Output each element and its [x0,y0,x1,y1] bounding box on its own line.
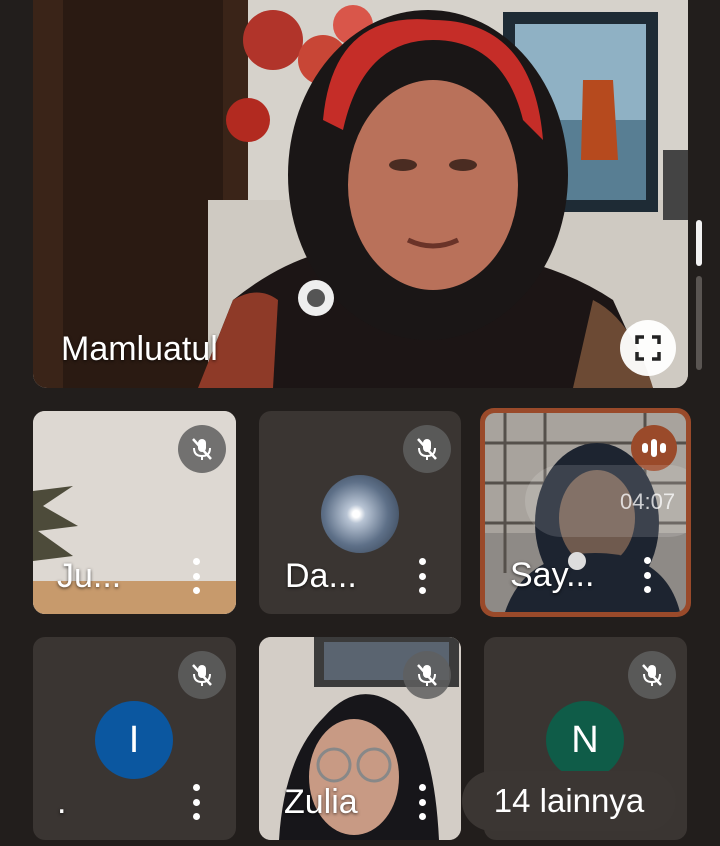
timestamp: 04:07 [620,489,676,514]
main-speaker-tile[interactable]: Mamluatul [33,0,688,388]
more-options-button[interactable] [190,784,202,820]
scrollbar[interactable] [696,220,702,370]
scrollbar-thumb[interactable] [696,220,702,266]
participant-tile-active[interactable]: 04:07 Say... [480,408,691,617]
more-vert-icon [418,784,426,791]
avatar: I [95,701,173,779]
fullscreen-icon [635,335,661,361]
participant-name: Zulia [284,783,358,821]
mic-off-icon [192,438,212,460]
participant-tile[interactable]: Da... [259,411,461,614]
mic-off-indicator [178,425,226,473]
fullscreen-button[interactable] [620,320,676,376]
more-options-button[interactable] [416,784,428,820]
more-options-button[interactable] [641,557,653,593]
participant-name: Ju... [57,557,122,595]
avatar: N [546,701,624,779]
mic-off-icon [642,664,662,686]
mic-off-indicator [178,651,226,699]
more-vert-icon [192,784,200,791]
timestamp-overlay: 04:07 [525,465,686,537]
participant-name: Da... [285,557,357,595]
more-vert-icon [192,558,200,565]
avatar [321,475,399,553]
more-vert-icon [643,557,651,564]
participant-tile[interactable]: I . [33,637,236,840]
mic-off-indicator [403,651,451,699]
mic-off-indicator [403,425,451,473]
more-vert-icon [418,558,426,565]
mic-off-icon [192,664,212,686]
more-participants-label: 14 lainnya [493,782,645,819]
main-speaker-name: Mamluatul [61,330,218,368]
mic-off-indicator [628,651,676,699]
participant-name: Say... [510,556,595,594]
mic-off-icon [417,438,437,460]
more-options-button[interactable] [416,558,428,594]
mic-off-icon [417,664,437,686]
more-participants-chip[interactable]: 14 lainnya [462,771,676,831]
participant-tile[interactable]: Ju... [33,411,236,614]
participant-tile[interactable]: Zulia [259,637,461,840]
participant-name: . [57,783,67,821]
more-options-button[interactable] [190,558,202,594]
audio-level-icon [642,443,648,453]
